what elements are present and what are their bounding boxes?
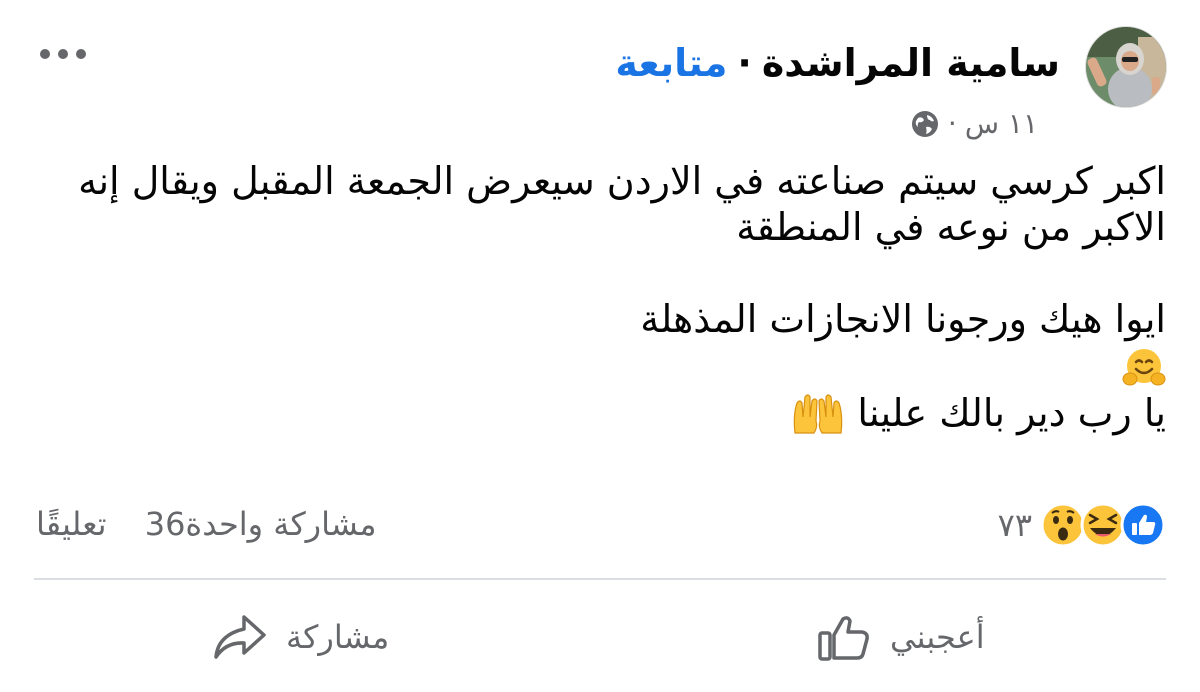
- share-label: مشاركة: [286, 618, 390, 656]
- header-separator: ·: [737, 41, 752, 85]
- like-icon: [1120, 502, 1166, 548]
- avatar[interactable]: [1085, 26, 1167, 108]
- divider: [34, 578, 1166, 580]
- reaction-count[interactable]: ٧٣: [998, 505, 1032, 545]
- share-button[interactable]: مشاركة: [210, 602, 389, 672]
- post-line-2: الاكبر من نوعه في المنطقة: [736, 205, 1166, 249]
- hugging-face-icon: [1122, 348, 1166, 385]
- post-meta: ١١ س ·: [910, 106, 1038, 142]
- more-icon: [40, 49, 86, 59]
- avatar-photo: [1086, 27, 1166, 107]
- comment-count[interactable]: 36 تعليقًا: [36, 505, 185, 543]
- globe-icon[interactable]: [910, 109, 940, 139]
- raising-hands-icon: [794, 394, 843, 434]
- reactions-summary[interactable]: ٧٣: [998, 502, 1166, 548]
- like-label: أعجبني: [890, 618, 985, 656]
- reaction-icons: [1040, 502, 1166, 548]
- follow-button[interactable]: متابعة: [615, 41, 727, 85]
- post-stats: مشاركة واحدة36 تعليقًا: [36, 504, 377, 544]
- meta-separator: ·: [947, 107, 957, 140]
- like-button[interactable]: أعجبني: [816, 602, 985, 672]
- facebook-post: سامية المراشدة·متابعة ١١ س · اكبر كرسي س…: [0, 0, 1200, 692]
- thumbs-up-icon: [818, 616, 869, 661]
- post-line-3: ايوا هيك ورجونا الانجازات المذهلة: [640, 297, 1166, 341]
- share-icon: [214, 615, 266, 659]
- author-name[interactable]: سامية المراشدة: [762, 41, 1060, 85]
- post-body: اكبر كرسي سيتم صناعته في الاردن سيعرض ال…: [26, 158, 1166, 437]
- post-line-emoji: [26, 342, 1166, 390]
- post-line-4-wrap: يا رب دير بالك علينا: [26, 390, 1166, 438]
- more-options-button[interactable]: [38, 44, 88, 64]
- share-count[interactable]: مشاركة واحدة: [185, 505, 376, 543]
- post-header: سامية المراشدة·متابعة: [615, 38, 1060, 88]
- post-line-1: اكبر كرسي سيتم صناعته في الاردن سيعرض ال…: [78, 159, 1166, 203]
- post-time[interactable]: ١١ س: [965, 106, 1038, 142]
- post-line-4: يا رب دير بالك علينا: [857, 390, 1166, 435]
